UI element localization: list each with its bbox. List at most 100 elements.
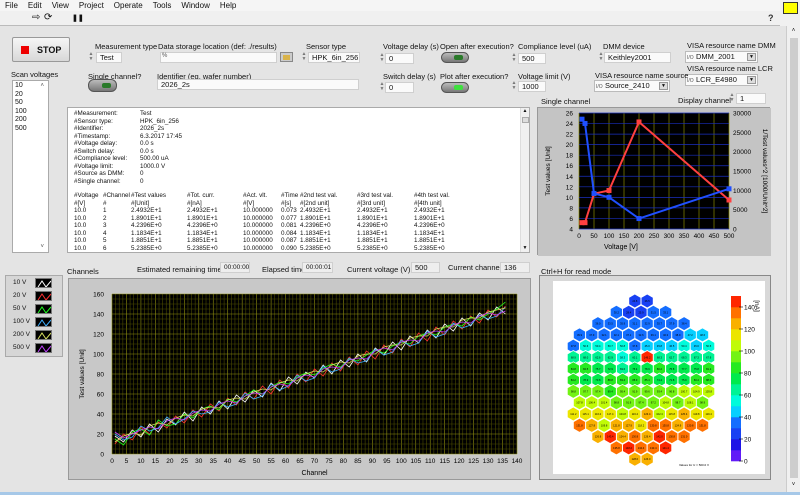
- pause-icon[interactable]: ❚❚: [72, 14, 84, 22]
- y-tick-label: 20: [566, 142, 574, 149]
- log-cell: #Test values: [131, 192, 167, 199]
- legend-label: 100 V: [13, 318, 30, 325]
- data-point: [582, 220, 588, 226]
- data-point: [636, 119, 642, 125]
- x-tick-label: 15: [152, 458, 160, 465]
- log-header-line: #Single channel: 0: [74, 178, 523, 186]
- display-channel-arrows[interactable]: ▲ ▼: [728, 93, 736, 104]
- scan-voltage-item[interactable]: 20: [15, 91, 46, 100]
- log-cell: 2.4932E+1: [187, 207, 218, 214]
- legend-item[interactable]: 200 V: [6, 328, 62, 341]
- run-continuously-icon[interactable]: ⟳: [44, 12, 52, 23]
- log-cell: 5.2385E+0: [187, 244, 218, 252]
- channels-plot[interactable]: 0 5 10 15 20 25 30 35 40 45 50 55 60 65 70 75 80 85 90 95 10…: [69, 279, 532, 481]
- visa-dmm-select[interactable]: I/O DMM_2001 ▼: [685, 51, 758, 63]
- log-cell: #[nA]: [187, 199, 202, 207]
- log-cell: 0.073: [281, 207, 297, 214]
- visa-source-select[interactable]: I/O Source_2410 ▼: [594, 80, 670, 92]
- legend-item[interactable]: 50 V: [6, 302, 62, 315]
- sensor-type-arrows[interactable]: ▲ ▼: [300, 52, 308, 63]
- menu-tools[interactable]: Tools: [148, 0, 177, 11]
- menu-edit[interactable]: Edit: [23, 0, 47, 11]
- legend-item[interactable]: 20 V: [6, 289, 62, 302]
- voltage-delay-input[interactable]: 0: [385, 53, 414, 64]
- wafer-cell-value: 127.8: [589, 423, 596, 427]
- switch-delay-input[interactable]: 0: [385, 82, 414, 93]
- wafer-map[interactable]: 24.8 26.5 30.2 28.4 25.9 31.5 33.1 36.0 33.5 35.9…: [553, 281, 765, 474]
- wafer-cell-value: 104.9: [693, 389, 700, 393]
- voltage-limit-input[interactable]: 1000: [518, 81, 546, 92]
- panel-scrollbar[interactable]: ˄ ˅: [786, 26, 800, 492]
- dropdown-arrow-icon[interactable]: ▼: [747, 76, 756, 84]
- y2-tick-label: 0: [733, 227, 737, 234]
- plot-after-toggle[interactable]: [441, 82, 469, 93]
- legend-swatch: [35, 290, 52, 301]
- browse-folder-button[interactable]: [280, 52, 293, 62]
- scan-voltage-item[interactable]: 500: [15, 125, 46, 134]
- legend-item[interactable]: 500 V: [6, 341, 62, 354]
- legend-label: 500 V: [13, 344, 30, 351]
- log-data-row: 10.0 4 1.1834E+1 1.1834E+1 10.000000 0.084 1.1…: [74, 230, 471, 238]
- legend-item[interactable]: 10 V: [6, 276, 62, 289]
- dropdown-arrow-icon[interactable]: ▼: [659, 82, 668, 90]
- wafer-cell-value: 46.5: [669, 344, 675, 348]
- open-after-toggle[interactable]: [441, 52, 469, 63]
- legend-item[interactable]: 100 V: [6, 315, 62, 328]
- measurement-type-ring[interactable]: Test: [96, 52, 122, 63]
- scan-voltages-list[interactable]: 10 20 50 100 200 500 ˄ ˅: [12, 80, 49, 253]
- sensor-type-ring[interactable]: HPK_6in_256: [308, 52, 360, 63]
- y-tick-label: 20: [97, 432, 105, 439]
- scroll-down-icon[interactable]: ˅: [40, 243, 44, 252]
- identifier-input[interactable]: 2026_2s: [157, 79, 359, 90]
- x-tick-label: 450: [709, 233, 720, 240]
- run-arrow-icon[interactable]: ⇨: [32, 12, 40, 23]
- menu-help[interactable]: Help: [215, 0, 241, 11]
- menu-file[interactable]: File: [0, 0, 23, 11]
- wafer-cell-value: 62.7: [669, 356, 675, 360]
- scan-voltage-item[interactable]: 200: [15, 116, 46, 125]
- menu-view[interactable]: View: [47, 0, 74, 11]
- wafer-cell-value: 35.9: [620, 322, 626, 326]
- context-help-icon[interactable]: ?: [768, 13, 774, 23]
- x-tick-label: 30: [195, 458, 203, 465]
- log-value: 0.0 s: [140, 140, 154, 147]
- wafer-cell-value: 84.5: [583, 367, 589, 371]
- x-tick-label: 350: [679, 233, 690, 240]
- y2-tick-label: 25000: [733, 130, 751, 137]
- single-channel-plot[interactable]: 0 50 100 150 200 250 300 350 400 450 5004681012141…: [538, 108, 771, 256]
- stop-button[interactable]: STOP: [12, 37, 70, 62]
- log-header-line: #Timestamp: 6.3.2017 17:45: [74, 133, 523, 141]
- compliance-arrows[interactable]: ▲ ▼: [510, 53, 518, 64]
- single-channel-toggle[interactable]: [88, 79, 117, 92]
- log-data-row: 10.0 5 1.8851E+1 1.8851E+1 10.000000 0.087 1.8…: [74, 237, 471, 245]
- wafer-cell-value: 39.9: [577, 333, 583, 337]
- legend-label: 50 V: [13, 305, 27, 312]
- measurement-log-text[interactable]: #Measurement: Test #Sensor type: HPK_6in_25…: [67, 107, 530, 253]
- menu-operate[interactable]: Operate: [109, 0, 148, 11]
- log-cell: 10.000000: [243, 237, 273, 244]
- scan-voltage-item[interactable]: 50: [15, 99, 46, 108]
- dmm-device-ring[interactable]: Keithley2001: [604, 52, 671, 63]
- compliance-input[interactable]: 500: [518, 53, 546, 64]
- menu-window[interactable]: Window: [176, 0, 214, 11]
- y-tick-label: 4: [569, 227, 573, 234]
- wafer-cell-value: 78.9: [583, 378, 589, 382]
- data-storage-path-input[interactable]: [160, 52, 277, 63]
- scan-voltage-item[interactable]: 100: [15, 108, 46, 117]
- legend-line: [37, 331, 51, 339]
- menu-project[interactable]: Project: [74, 0, 109, 11]
- y2-tick-label: 5000: [733, 207, 748, 214]
- data-point: [726, 186, 732, 192]
- visa-lcr-select[interactable]: I/O LCR_E4980 ▼: [685, 74, 758, 86]
- log-scrollbar[interactable]: ▲ ▼: [520, 108, 529, 252]
- dropdown-arrow-icon[interactable]: ▼: [747, 53, 756, 61]
- colorbar-band: [731, 340, 741, 346]
- display-channel-input[interactable]: 1: [736, 93, 766, 104]
- current-voltage-value: 500: [411, 262, 440, 273]
- scroll-up-icon[interactable]: ˄: [40, 82, 44, 91]
- plot-legend[interactable]: 10 V 20 V 50 V 100 V 200 V 500 V: [5, 275, 63, 357]
- measurement-type-arrows[interactable]: ▲ ▼: [87, 52, 95, 63]
- voltage-limit-arrows[interactable]: ▲ ▼: [510, 81, 518, 92]
- wafer-cell-value: 109.8: [601, 423, 608, 427]
- y2-tick-label: 10000: [733, 188, 751, 195]
